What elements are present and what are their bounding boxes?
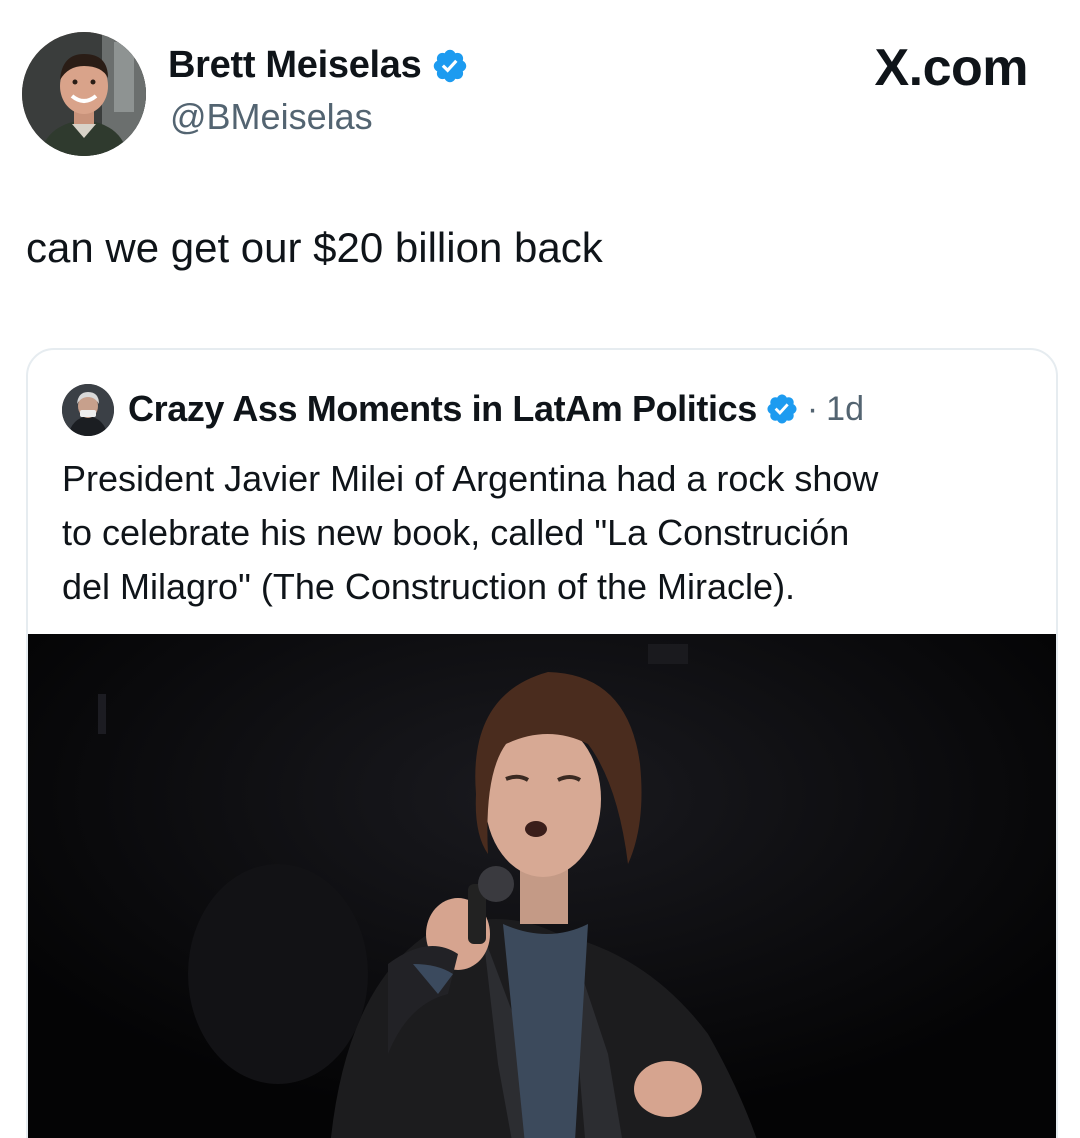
author-avatar[interactable] (22, 32, 146, 156)
quoted-text-line: del Milagro" (The Construction of the Mi… (62, 566, 796, 607)
avatar-image (22, 32, 146, 156)
quoted-text: President Javier Milei of Argentina had … (62, 452, 1022, 614)
quoted-text-line: President Javier Milei of Argentina had … (62, 458, 879, 499)
quoted-timestamp[interactable]: 1d (826, 390, 864, 429)
author-name[interactable]: Brett Meiselas (168, 44, 469, 87)
author-name-text[interactable]: Brett Meiselas (168, 44, 422, 87)
dot-separator: · (806, 389, 819, 428)
post-text: can we get our $20 billion back (26, 224, 603, 271)
verified-badge-icon (767, 394, 797, 424)
tweet-screenshot: Brett Meiselas @BMeiselas X.com can we g… (0, 0, 1080, 1138)
verified-badge-icon (434, 49, 467, 82)
brand-watermark: X.com (874, 39, 1028, 97)
quoted-tweet-card[interactable]: Crazy Ass Moments in LatAm Politics · 1d… (26, 348, 1058, 1138)
quoted-author-name[interactable]: Crazy Ass Moments in LatAm Politics (128, 388, 757, 430)
quoted-avatar-image (62, 384, 114, 436)
quoted-text-line: to celebrate his new book, called "La Co… (62, 512, 850, 553)
quoted-header: Crazy Ass Moments in LatAm Politics · 1d (128, 388, 864, 430)
quoted-media-image[interactable] (28, 634, 1056, 1138)
author-handle[interactable]: @BMeiselas (170, 96, 373, 138)
quoted-author-avatar[interactable] (62, 384, 114, 436)
concert-photo-icon (28, 634, 1056, 1138)
